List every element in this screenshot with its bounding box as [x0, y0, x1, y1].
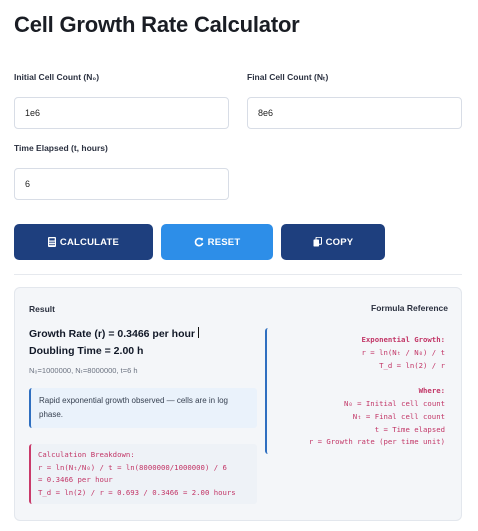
final-count-label: Final Cell Count (Nₜ) — [247, 72, 329, 82]
doubling-time-value: Doubling Time = 2.00 h — [29, 345, 144, 357]
calculate-button[interactable]: CALCULATE — [14, 224, 153, 260]
breakdown-line: T_d = ln(2) / r = 0.693 / 0.3466 = 2.00 … — [38, 487, 236, 497]
growth-note: Rapid exponential growth observed — cell… — [29, 388, 257, 428]
final-count-input[interactable]: 8e6 — [247, 97, 462, 129]
formula-where: Where: — [418, 386, 445, 396]
breakdown-title: Calculation Breakdown: — [38, 450, 135, 459]
text-cursor — [198, 327, 200, 338]
calculator-icon — [47, 237, 56, 247]
copy-button-label: COPY — [325, 236, 354, 248]
formula-reference-heading: Formula Reference — [371, 303, 448, 313]
breakdown-line: = 0.3466 per hour — [38, 475, 113, 484]
reset-button[interactable]: RESET — [161, 224, 273, 260]
refresh-icon — [194, 237, 204, 247]
formula-definition: Nₜ = Final cell count — [352, 411, 445, 421]
formula-definition: t = Time elapsed — [374, 424, 445, 434]
calculate-button-label: CALCULATE — [59, 236, 120, 248]
initial-count-input[interactable]: 1e6 — [14, 97, 229, 129]
time-elapsed-label: Time Elapsed (t, hours) — [14, 143, 108, 153]
formula-equation: T_d = ln(2) / r — [379, 360, 445, 370]
formula-definition: N₀ = Initial cell count — [343, 398, 445, 408]
copy-icon — [313, 237, 322, 247]
formula-definition: r = Growth rate (per time unit) — [308, 437, 445, 447]
copy-button[interactable]: COPY — [281, 224, 385, 260]
section-divider — [14, 274, 462, 275]
formula-title: Exponential Growth: — [361, 335, 445, 344]
result-heading: Result — [29, 304, 55, 314]
initial-count-label: Initial Cell Count (N₀) — [14, 72, 100, 82]
growth-rate-value: Growth Rate (r) = 0.3466 per hour — [29, 328, 196, 340]
input-params-summary: N₀=1000000, Nₜ=8000000, t=6 h — [29, 366, 138, 375]
reset-button-label: RESET — [207, 236, 241, 248]
time-elapsed-input[interactable]: 6 — [14, 168, 229, 200]
formula-equation: r = ln(Nₜ / N₀) / t — [361, 347, 445, 357]
formula-reference: Exponential Growth: r = ln(Nₜ / N₀) / t … — [265, 328, 449, 454]
result-panel: Result Formula Reference Growth Rate (r)… — [14, 287, 462, 521]
page-title: Cell Growth Rate Calculator — [14, 12, 300, 37]
breakdown-line: r = ln(Nₜ/N₀) / t = ln(8000000/1000000) … — [38, 462, 227, 472]
result-values: Growth Rate (r) = 0.3466 per hour Doubli… — [29, 326, 200, 360]
calculation-breakdown: Calculation Breakdown: r = ln(Nₜ/N₀) / t… — [29, 444, 257, 504]
